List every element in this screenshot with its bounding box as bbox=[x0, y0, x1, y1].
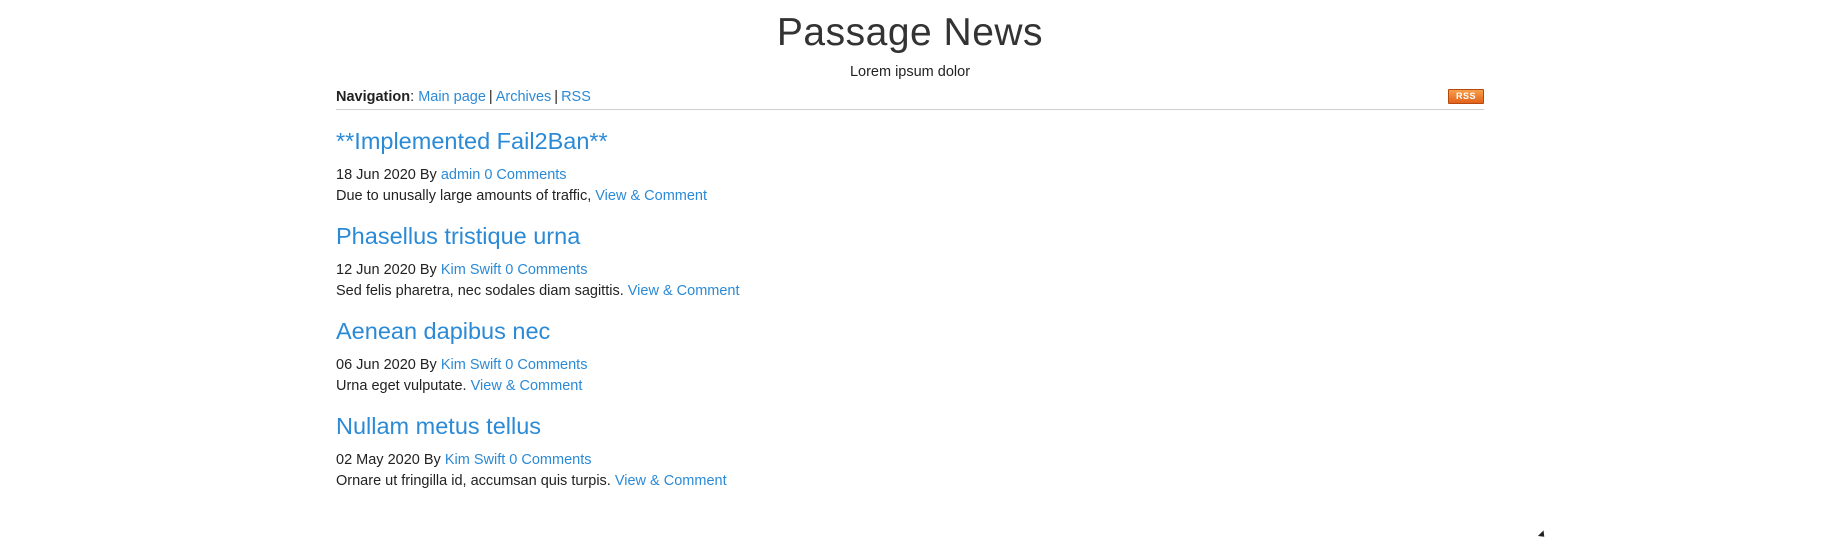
post-excerpt: Due to unusally large amounts of traffic… bbox=[336, 186, 1484, 207]
post-date: 12 Jun 2020 bbox=[336, 262, 416, 278]
post-excerpt-text: Ornare ut fringilla id, accumsan quis tu… bbox=[336, 473, 611, 489]
post-comments-link[interactable]: 0 Comments bbox=[505, 357, 587, 373]
post-date: 02 May 2020 bbox=[336, 452, 420, 468]
post-meta: 02 May 2020 By Kim Swift 0 Comments bbox=[336, 450, 1484, 471]
nav-link-archives[interactable]: Archives bbox=[496, 89, 552, 105]
post-item: Phasellus tristique urna 12 Jun 2020 By … bbox=[336, 221, 1484, 302]
post-excerpt: Ornare ut fringilla id, accumsan quis tu… bbox=[336, 471, 1484, 492]
nav-separator: | bbox=[554, 89, 559, 105]
post-excerpt: Sed felis pharetra, nec sodales diam sag… bbox=[336, 281, 1484, 302]
post-list: **Implemented Fail2Ban** 18 Jun 2020 By … bbox=[336, 126, 1484, 492]
post-comments-link[interactable]: 0 Comments bbox=[509, 452, 591, 468]
post-by-label: By bbox=[423, 452, 441, 468]
view-comment-link[interactable]: View & Comment bbox=[595, 188, 707, 204]
post-title-link[interactable]: **Implemented Fail2Ban** bbox=[336, 126, 1484, 156]
post-author-link[interactable]: Kim Swift bbox=[441, 357, 501, 373]
site-title: Passage News bbox=[776, 11, 1044, 54]
post-meta: 12 Jun 2020 By Kim Swift 0 Comments bbox=[336, 260, 1484, 281]
post-meta: 18 Jun 2020 By admin 0 Comments bbox=[336, 165, 1484, 186]
page-container: Passage News Lorem ipsum dolor Navigatio… bbox=[336, 0, 1484, 506]
mouse-cursor-icon bbox=[1537, 530, 1548, 538]
post-comments-link[interactable]: 0 Comments bbox=[484, 167, 566, 183]
post-meta: 06 Jun 2020 By Kim Swift 0 Comments bbox=[336, 355, 1484, 376]
site-tagline: Lorem ipsum dolor bbox=[849, 64, 971, 80]
navigation-colon: : bbox=[410, 89, 415, 105]
post-date: 18 Jun 2020 bbox=[336, 167, 416, 183]
post-title-link[interactable]: Phasellus tristique urna bbox=[336, 221, 1484, 251]
post-by-label: By bbox=[419, 167, 437, 183]
post-excerpt-text: Due to unusally large amounts of traffic… bbox=[336, 188, 592, 204]
rss-feed-icon[interactable]: RSS bbox=[1448, 89, 1484, 104]
post-author-link[interactable]: Kim Swift bbox=[445, 452, 505, 468]
post-excerpt-text: Sed felis pharetra, nec sodales diam sag… bbox=[336, 283, 624, 299]
post-item: **Implemented Fail2Ban** 18 Jun 2020 By … bbox=[336, 126, 1484, 207]
nav-separator: | bbox=[488, 89, 493, 105]
post-by-label: By bbox=[419, 357, 437, 373]
post-author-link[interactable]: admin bbox=[441, 167, 481, 183]
post-by-label: By bbox=[419, 262, 437, 278]
navigation-label: Navigation bbox=[336, 89, 411, 105]
post-excerpt-text: Urna eget vulputate. bbox=[336, 378, 467, 394]
post-title-link[interactable]: Nullam metus tellus bbox=[336, 411, 1484, 441]
navigation-bar: Navigation: Main page | Archives | RSS RSS bbox=[336, 87, 1484, 110]
post-excerpt: Urna eget vulputate. View & Comment bbox=[336, 376, 1484, 397]
post-date: 06 Jun 2020 bbox=[336, 357, 416, 373]
nav-link-rss[interactable]: RSS bbox=[561, 89, 591, 105]
view-comment-link[interactable]: View & Comment bbox=[615, 473, 727, 489]
post-item: Nullam metus tellus 02 May 2020 By Kim S… bbox=[336, 411, 1484, 492]
nav-link-main-page[interactable]: Main page bbox=[418, 89, 486, 105]
post-comments-link[interactable]: 0 Comments bbox=[505, 262, 587, 278]
view-comment-link[interactable]: View & Comment bbox=[628, 283, 740, 299]
post-item: Aenean dapibus nec 06 Jun 2020 By Kim Sw… bbox=[336, 316, 1484, 397]
post-author-link[interactable]: Kim Swift bbox=[441, 262, 501, 278]
view-comment-link[interactable]: View & Comment bbox=[471, 378, 583, 394]
post-title-link[interactable]: Aenean dapibus nec bbox=[336, 316, 1484, 346]
